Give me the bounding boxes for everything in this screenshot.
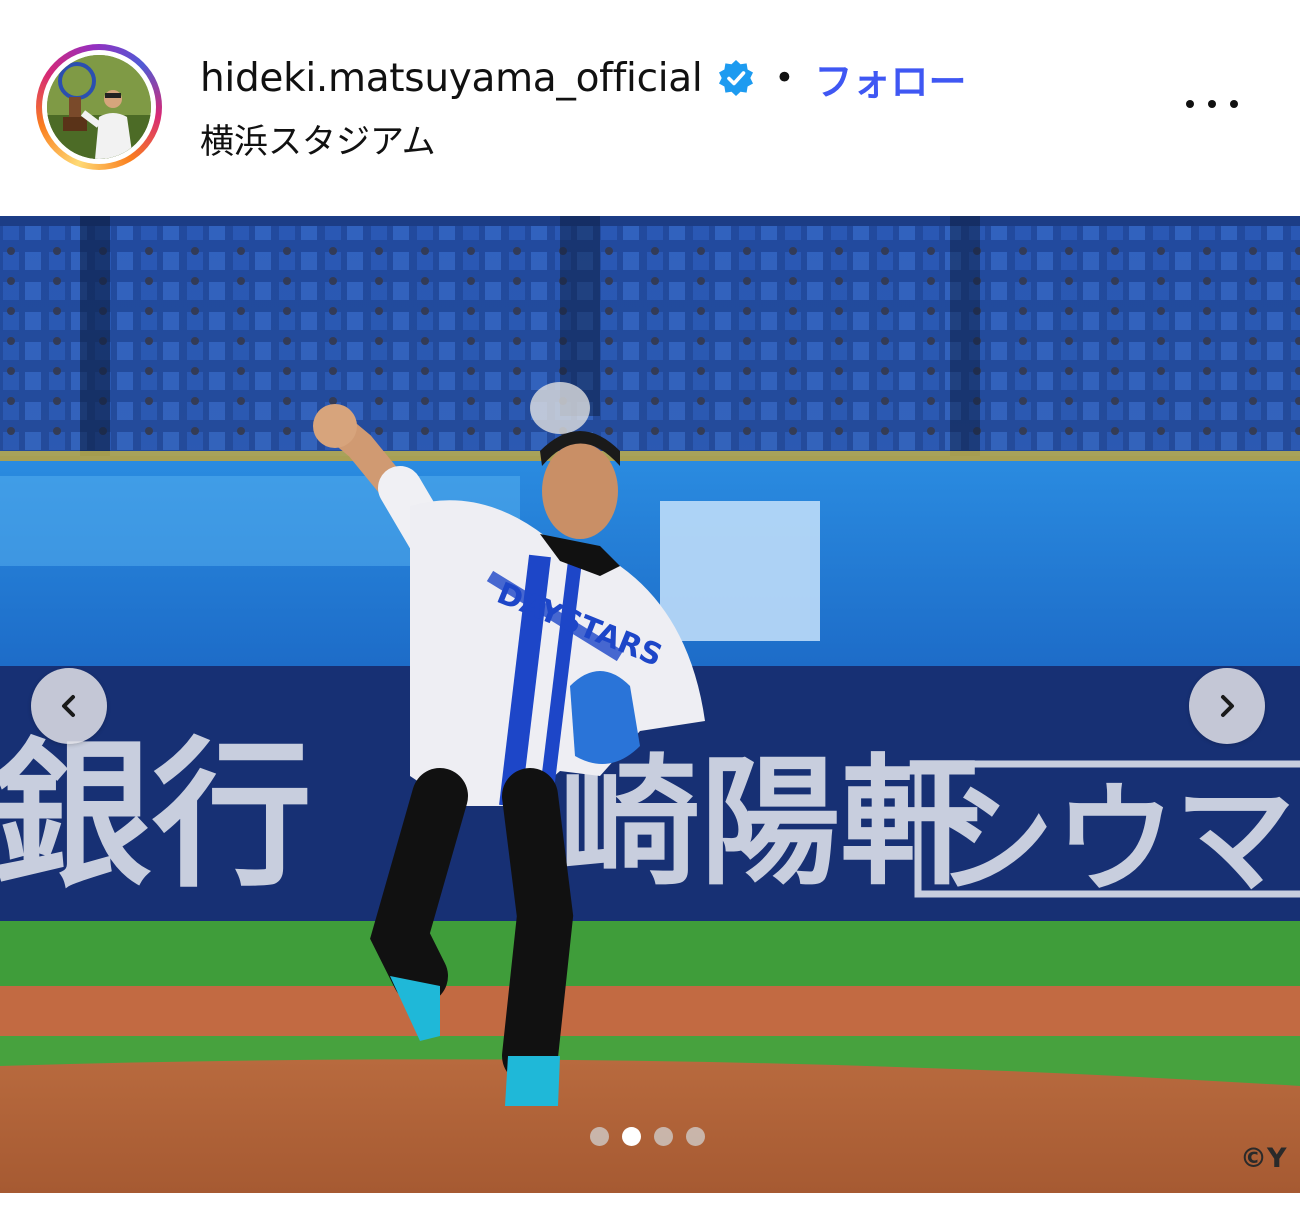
username-row: hideki.matsuyama_official • フォロー: [200, 52, 966, 104]
carousel-indicator: [590, 1127, 705, 1146]
username[interactable]: hideki.matsuyama_official: [200, 56, 703, 101]
location-link[interactable]: 横浜スタジアム: [200, 114, 436, 163]
separator-dot: •: [774, 58, 795, 98]
avatar-image: [47, 55, 151, 159]
chevron-right-icon: [1221, 695, 1234, 717]
follow-button[interactable]: フォロー: [814, 51, 966, 106]
verified-badge-icon: [716, 58, 756, 98]
post-header: hideki.matsuyama_official • フォロー 横浜スタジアム: [0, 0, 1300, 216]
post-footer: [0, 1193, 1300, 1219]
carousel-dot: [686, 1127, 705, 1146]
carousel-next-button[interactable]: [1189, 668, 1265, 744]
post-photo[interactable]: 銀行 崎陽軒 シウマイ DAYSTARS: [0, 216, 1300, 1193]
banner-text-left: 銀行: [0, 722, 312, 909]
photo-credit: ©Y: [1240, 1143, 1287, 1174]
photo-image: 銀行 崎陽軒 シウマイ DAYSTARS: [0, 216, 1300, 1193]
carousel-dot: [590, 1127, 609, 1146]
carousel-dot: [654, 1127, 673, 1146]
more-options-icon: [1186, 100, 1194, 108]
carousel-prev-button[interactable]: [31, 668, 107, 744]
carousel-dot: [622, 1127, 641, 1146]
avatar[interactable]: [47, 55, 151, 159]
banner-text-right: シウマイ: [935, 771, 1300, 910]
chevron-left-icon: [62, 695, 75, 717]
story-ring[interactable]: [36, 44, 162, 170]
more-options-button[interactable]: [1180, 84, 1244, 124]
